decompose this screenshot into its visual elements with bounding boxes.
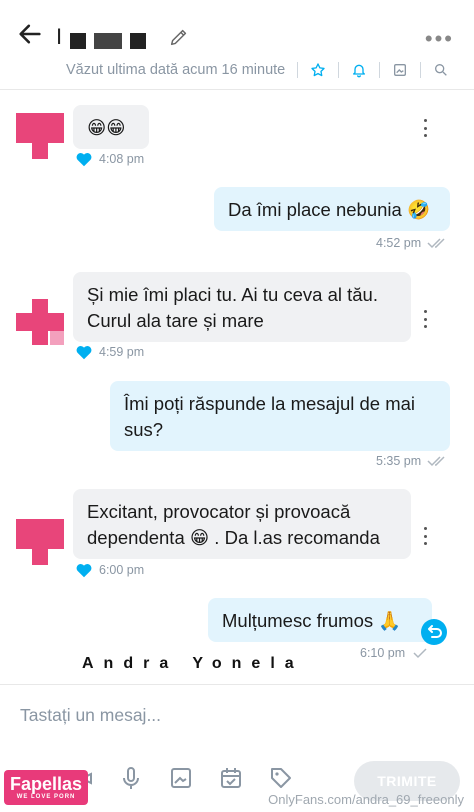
- double-check-icon: [427, 456, 445, 467]
- calendar-check-icon[interactable]: [218, 765, 244, 791]
- watermark-brand: Fapellas: [10, 774, 83, 794]
- heart-icon[interactable]: [75, 562, 93, 578]
- message-time: 4:08 pm: [99, 152, 145, 166]
- message-bubble-outgoing[interactable]: Îmi poți răspunde la mesajul de mai sus?: [110, 381, 450, 451]
- watermark-logo: Fapellas WE LOVE PORN: [4, 770, 89, 805]
- message-time: 4:52 pm: [376, 236, 422, 250]
- message-meta: 5:35 pm: [376, 454, 449, 468]
- message-text: 😁😁: [87, 117, 126, 138]
- message-bubble-outgoing[interactable]: Mulțumesc frumos 🙏: [208, 598, 432, 642]
- censor-block: [130, 33, 147, 49]
- message-meta: 6:10 pm: [360, 646, 433, 660]
- signature-overlay: Andra Yonela: [82, 655, 304, 672]
- pencil-icon[interactable]: [168, 26, 190, 48]
- message-text: Mulțumesc frumos 🙏: [222, 610, 402, 631]
- more-options-icon[interactable]: •••: [425, 26, 454, 52]
- last-seen-status: Văzut ultima dată acum 16 minute: [66, 62, 286, 78]
- message-bubble-incoming[interactable]: Și mie îmi placi tu. Ai tu ceva al tău. …: [73, 272, 411, 342]
- message-time: 6:10 pm: [360, 646, 406, 660]
- avatar[interactable]: [16, 519, 64, 565]
- message-text-line: sus?: [124, 419, 164, 440]
- watermark-tagline: WE LOVE PORN: [16, 794, 76, 800]
- message-bubble-incoming[interactable]: 😁😁: [73, 105, 149, 149]
- message-text-line: Excitant, provocator și provoacă: [87, 501, 351, 522]
- message-meta: 6:00 pm: [75, 562, 144, 578]
- divider: [338, 62, 340, 78]
- star-icon[interactable]: [310, 62, 326, 78]
- censor-block: [70, 33, 87, 49]
- double-check-icon: [427, 238, 445, 249]
- chat-header: I ••• Văzut ultima dată acum 16 minute: [0, 0, 474, 90]
- message-meta: 4:52 pm: [376, 236, 449, 250]
- single-check-icon: [413, 648, 427, 659]
- message-text-line: Și mie îmi placi tu. Ai tu ceva al tău.: [87, 284, 378, 305]
- message-list[interactable]: 😁😁 4:08 pm Da îmi place nebunia 🤣 4:52 p…: [0, 91, 474, 681]
- back-arrow-icon[interactable]: [16, 20, 44, 48]
- undo-icon[interactable]: [421, 619, 447, 645]
- heart-icon[interactable]: [75, 344, 93, 360]
- message-options-icon[interactable]: [422, 527, 428, 545]
- divider: [297, 62, 299, 78]
- message-time: 5:35 pm: [376, 454, 422, 468]
- watermark-url: OnlyFans.com/andra_69_freeonly: [268, 792, 464, 807]
- avatar[interactable]: [16, 299, 64, 345]
- title-visible-char: I: [56, 24, 63, 49]
- message-options-icon[interactable]: [422, 310, 428, 328]
- message-text-line: Curul ala tare și mare: [87, 310, 264, 331]
- search-icon[interactable]: [433, 62, 449, 78]
- divider: [379, 62, 381, 78]
- header-subrow: Văzut ultima dată acum 16 minute: [66, 62, 449, 78]
- message-meta: 4:59 pm: [75, 344, 144, 360]
- message-input[interactable]: Tastați un mesaj...: [20, 705, 161, 726]
- microphone-icon[interactable]: [118, 765, 144, 791]
- message-text: Da îmi place nebunia 🤣: [228, 199, 430, 220]
- divider: [420, 62, 422, 78]
- message-meta: 4:08 pm: [75, 151, 144, 167]
- chat-title[interactable]: I: [56, 24, 190, 50]
- message-bubble-incoming[interactable]: Excitant, provocator și provoacă depende…: [73, 489, 411, 559]
- image-icon[interactable]: [168, 765, 194, 791]
- bell-icon[interactable]: [351, 62, 367, 78]
- message-time: 4:59 pm: [99, 345, 145, 359]
- price-tag-icon[interactable]: [268, 765, 294, 791]
- message-text-line: Îmi poți răspunde la mesajul de mai: [124, 393, 416, 414]
- message-text-line: dependenta 😁 . Da l.as recomanda: [87, 527, 380, 548]
- heart-icon[interactable]: [75, 151, 93, 167]
- censor-block: [94, 33, 123, 49]
- message-time: 6:00 pm: [99, 563, 145, 577]
- avatar[interactable]: [16, 113, 64, 159]
- message-bubble-outgoing[interactable]: Da îmi place nebunia 🤣: [214, 187, 450, 231]
- message-options-icon[interactable]: [422, 119, 428, 137]
- gallery-icon[interactable]: [392, 62, 408, 78]
